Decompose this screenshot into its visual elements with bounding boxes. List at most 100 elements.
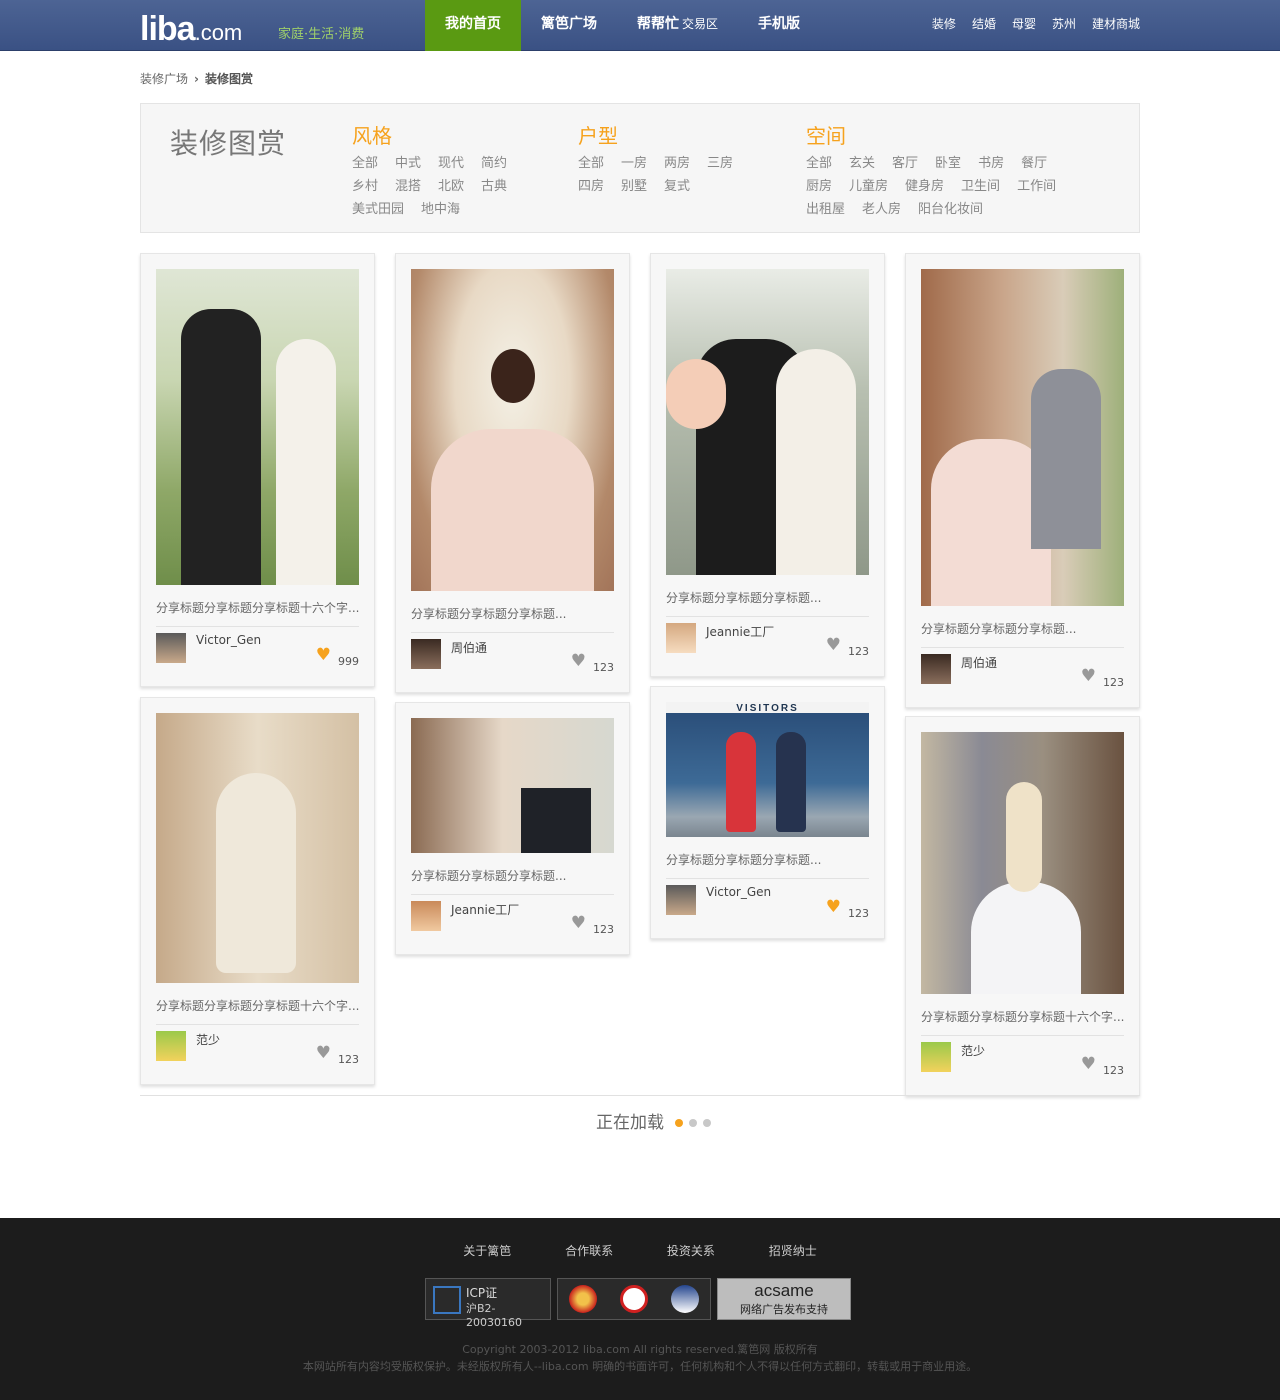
filter-option[interactable]: 一房 bbox=[621, 156, 647, 171]
filter-option[interactable]: 三房 bbox=[707, 156, 733, 171]
filter-option[interactable]: 厨房 bbox=[806, 179, 832, 194]
filter-option[interactable]: 古典 bbox=[481, 179, 507, 194]
breadcrumb-parent[interactable]: 装修广场 bbox=[140, 72, 188, 86]
filter-option[interactable]: 卧室 bbox=[935, 156, 961, 171]
user-name[interactable]: 范少 bbox=[961, 1042, 985, 1059]
filter-option[interactable]: 复式 bbox=[664, 179, 690, 194]
photo-card[interactable]: VISITORS 分享标题分享标题分享标题... Victor_Gen ♥ 12… bbox=[650, 686, 885, 939]
photo-card[interactable]: 分享标题分享标题分享标题十六个字... 范少 ♥ 123 bbox=[140, 697, 375, 1085]
photo-card[interactable]: 分享标题分享标题分享标题... Jeannie工厂 ♥ 123 bbox=[650, 253, 885, 677]
channel-link[interactable]: 母婴 bbox=[1012, 0, 1036, 51]
photo[interactable]: VISITORS bbox=[666, 702, 869, 837]
police-badges[interactable] bbox=[557, 1278, 711, 1320]
user-name[interactable]: Jeannie工厂 bbox=[451, 901, 519, 918]
footer-link[interactable]: 投资关系 bbox=[667, 1244, 715, 1258]
icp-title: ICP证 bbox=[466, 1286, 498, 1300]
avatar[interactable] bbox=[921, 1042, 951, 1072]
avatar[interactable] bbox=[156, 1031, 186, 1061]
heart-icon[interactable]: ♥ bbox=[826, 637, 841, 654]
card-title[interactable]: 分享标题分享标题分享标题... bbox=[411, 867, 614, 895]
user-name[interactable]: Victor_Gen bbox=[196, 633, 261, 647]
photo[interactable] bbox=[411, 718, 614, 853]
photo[interactable] bbox=[921, 269, 1124, 606]
photo-card[interactable]: 分享标题分享标题分享标题十六个字... Victor_Gen ♥ 999 bbox=[140, 253, 375, 687]
filter-option[interactable]: 餐厅 bbox=[1021, 156, 1047, 171]
filter-option[interactable]: 全部 bbox=[578, 156, 604, 171]
filter-option[interactable]: 别墅 bbox=[621, 179, 647, 194]
photo-card[interactable]: 分享标题分享标题分享标题... Jeannie工厂 ♥ 123 bbox=[395, 702, 630, 955]
user-name[interactable]: 周伯通 bbox=[451, 639, 487, 656]
photo-card[interactable]: 分享标题分享标题分享标题... 周伯通 ♥ 123 bbox=[905, 253, 1140, 708]
filter-option[interactable]: 全部 bbox=[806, 156, 832, 171]
card-title[interactable]: 分享标题分享标题分享标题十六个字... bbox=[156, 599, 359, 627]
photo[interactable] bbox=[156, 269, 359, 585]
photo-card[interactable]: 分享标题分享标题分享标题... 周伯通 ♥ 123 bbox=[395, 253, 630, 693]
site-logo[interactable]: liba.com 家庭·生活·消费 bbox=[140, 10, 364, 49]
heart-icon[interactable]: ♥ bbox=[316, 647, 331, 664]
photo[interactable] bbox=[666, 269, 869, 575]
loading-text: 正在加载 bbox=[596, 1113, 664, 1133]
card-title[interactable]: 分享标题分享标题分享标题... bbox=[411, 605, 614, 633]
footer-link[interactable]: 关于篱笆 bbox=[463, 1244, 511, 1258]
nav-square[interactable]: 篱笆广场 bbox=[521, 0, 617, 51]
avatar[interactable] bbox=[411, 639, 441, 669]
avatar[interactable] bbox=[156, 633, 186, 663]
filter-option[interactable]: 健身房 bbox=[905, 179, 944, 194]
channel-link[interactable]: 建材商城 bbox=[1092, 0, 1140, 51]
filter-option[interactable]: 工作间 bbox=[1017, 179, 1056, 194]
filter-option[interactable]: 出租屋 bbox=[806, 202, 845, 217]
card-title[interactable]: 分享标题分享标题分享标题十六个字... bbox=[156, 997, 359, 1025]
channel-link[interactable]: 装修 bbox=[932, 0, 956, 51]
filter-option[interactable]: 中式 bbox=[395, 156, 421, 171]
photo-card[interactable]: 分享标题分享标题分享标题十六个字... 范少 ♥ 123 bbox=[905, 716, 1140, 1096]
photo[interactable] bbox=[411, 269, 614, 591]
filter-option[interactable]: 乡村 bbox=[352, 179, 378, 194]
filter-option[interactable]: 全部 bbox=[352, 156, 378, 171]
avatar[interactable] bbox=[921, 654, 951, 684]
user-name[interactable]: Victor_Gen bbox=[706, 885, 771, 899]
filter-option[interactable]: 现代 bbox=[438, 156, 464, 171]
heart-icon[interactable]: ♥ bbox=[1081, 668, 1096, 685]
photo[interactable] bbox=[156, 713, 359, 983]
card-title[interactable]: 分享标题分享标题分享标题... bbox=[666, 851, 869, 879]
acsame-text: 网络广告发布支持 bbox=[740, 1303, 828, 1316]
filter-option[interactable]: 阳台化妆间 bbox=[918, 202, 983, 217]
avatar[interactable] bbox=[411, 901, 441, 931]
avatar[interactable] bbox=[666, 623, 696, 653]
photo[interactable] bbox=[921, 732, 1124, 994]
filter-option[interactable]: 四房 bbox=[578, 179, 604, 194]
heart-icon[interactable]: ♥ bbox=[826, 899, 841, 916]
user-name[interactable]: 周伯通 bbox=[961, 654, 997, 671]
heart-icon[interactable]: ♥ bbox=[316, 1045, 331, 1062]
card-title[interactable]: 分享标题分享标题分享标题... bbox=[921, 620, 1124, 648]
icp-badge[interactable]: ICP证 沪B2-20030160 bbox=[425, 1278, 551, 1329]
filter-option[interactable]: 卫生间 bbox=[961, 179, 1000, 194]
filter-option[interactable]: 儿童房 bbox=[849, 179, 888, 194]
acsame-badge[interactable]: acsame 网络广告发布支持 bbox=[717, 1278, 851, 1320]
nav-home[interactable]: 我的首页 bbox=[425, 0, 521, 51]
card-title[interactable]: 分享标题分享标题分享标题十六个字... bbox=[921, 1008, 1124, 1036]
filter-option[interactable]: 两房 bbox=[664, 156, 690, 171]
filter-option[interactable]: 混搭 bbox=[395, 179, 421, 194]
footer-link[interactable]: 招贤纳士 bbox=[769, 1244, 817, 1258]
heart-icon[interactable]: ♥ bbox=[571, 653, 586, 670]
heart-icon[interactable]: ♥ bbox=[1081, 1056, 1096, 1073]
nav-help[interactable]: 帮帮忙 交易区 bbox=[617, 0, 738, 51]
nav-mobile[interactable]: 手机版 bbox=[738, 0, 820, 51]
channel-link[interactable]: 苏州 bbox=[1052, 0, 1076, 51]
filter-option[interactable]: 老人房 bbox=[862, 202, 901, 217]
channel-link[interactable]: 结婚 bbox=[972, 0, 996, 51]
user-name[interactable]: 范少 bbox=[196, 1031, 220, 1048]
user-name[interactable]: Jeannie工厂 bbox=[706, 623, 774, 640]
avatar[interactable] bbox=[666, 885, 696, 915]
filter-option[interactable]: 北欧 bbox=[438, 179, 464, 194]
filter-option[interactable]: 地中海 bbox=[421, 202, 460, 217]
heart-icon[interactable]: ♥ bbox=[571, 915, 586, 932]
filter-option[interactable]: 简约 bbox=[481, 156, 507, 171]
card-title[interactable]: 分享标题分享标题分享标题... bbox=[666, 589, 869, 617]
filter-option[interactable]: 书房 bbox=[978, 156, 1004, 171]
filter-option[interactable]: 玄关 bbox=[849, 156, 875, 171]
filter-option[interactable]: 美式田园 bbox=[352, 202, 404, 217]
filter-option[interactable]: 客厅 bbox=[892, 156, 918, 171]
footer-link[interactable]: 合作联系 bbox=[565, 1244, 613, 1258]
